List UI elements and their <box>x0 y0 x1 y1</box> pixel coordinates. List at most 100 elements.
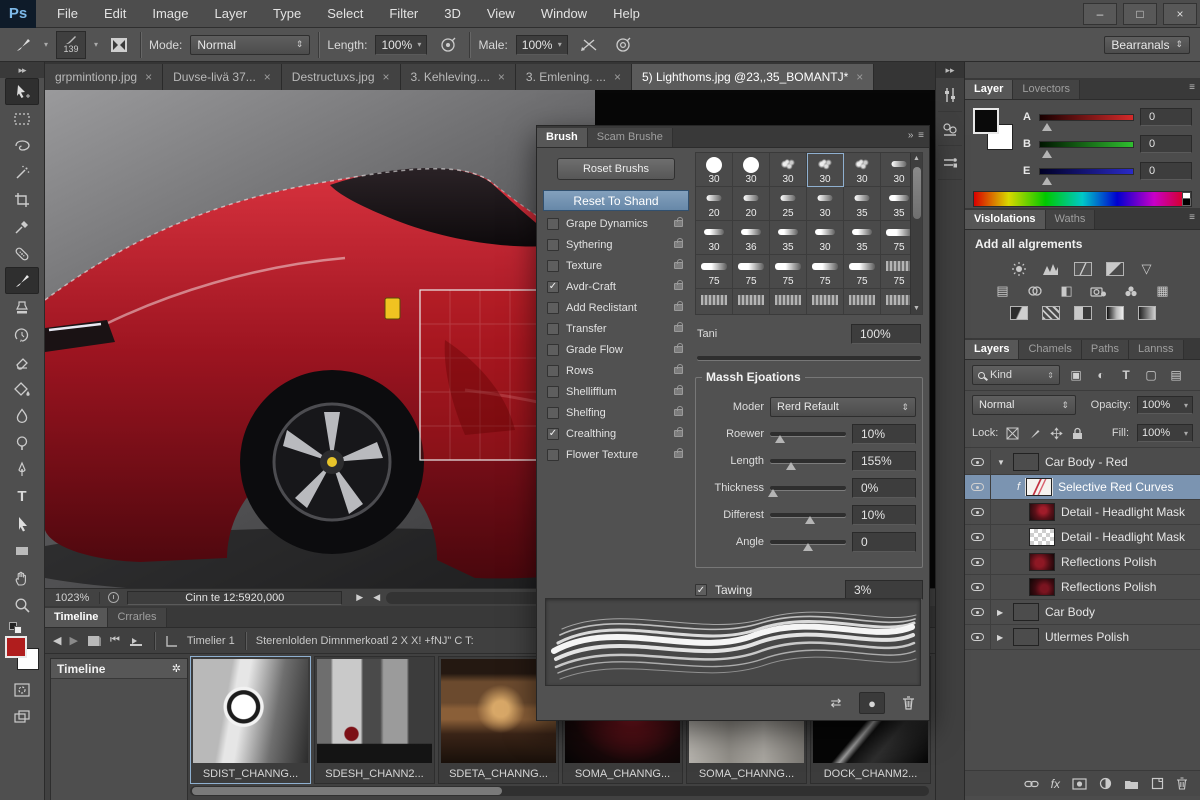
reset-to-shand-item[interactable]: Reset To Shand <box>543 190 689 211</box>
brush-panel[interactable]: Brush Scam Brushe » ≡ Roset Brushs Reset… <box>536 125 930 721</box>
levels-adjustment-icon[interactable] <box>1041 261 1061 277</box>
brush-preset-cell[interactable]: 75 <box>733 255 770 289</box>
lasso-tool[interactable] <box>5 132 39 159</box>
slider-value[interactable]: 0% <box>852 478 916 498</box>
layers-panel-tab[interactable]: Layers <box>965 340 1019 359</box>
lock-transparency-icon[interactable] <box>1006 427 1019 440</box>
layer-visibility-toggle[interactable] <box>965 550 991 574</box>
option-checkbox[interactable] <box>547 365 559 377</box>
waths-tab[interactable]: Waths <box>1046 210 1096 229</box>
blend-mode-select[interactable]: Normal⇕ <box>972 395 1076 415</box>
brush-preset-cell[interactable]: 30 <box>807 221 844 255</box>
layer-visibility-toggle[interactable] <box>965 575 991 599</box>
layer-row[interactable]: Reflections Polish <box>965 575 1200 600</box>
brush-preset-cell[interactable]: 75 <box>770 255 807 289</box>
filter-smart-objects-icon[interactable]: ▤ <box>1167 366 1185 384</box>
menu-item[interactable]: File <box>44 0 91 27</box>
document-tab[interactable]: grpmintionp.jpg× <box>45 64 163 90</box>
brush-preset-cell[interactable]: 25 <box>770 187 807 221</box>
slider-track[interactable] <box>770 459 846 463</box>
option-checkbox[interactable] <box>547 260 559 272</box>
slider-value[interactable]: 155% <box>852 451 916 471</box>
tawing-value[interactable]: 3% <box>845 580 923 600</box>
new-frame-icon[interactable] <box>86 634 102 648</box>
preset-dropdown-arrow[interactable]: ▾ <box>94 40 98 49</box>
healing-brush-tool[interactable] <box>5 240 39 267</box>
brush-tool-icon[interactable] <box>10 33 36 57</box>
lock-icon[interactable] <box>674 409 683 416</box>
rewind-icon[interactable]: ⏮ <box>110 634 120 647</box>
layers-panel-tab[interactable]: Chamels <box>1019 340 1081 359</box>
clone-stamp-tool[interactable] <box>5 294 39 321</box>
color-slider-track[interactable] <box>1039 141 1134 148</box>
airbrush-icon[interactable] <box>435 33 461 57</box>
brush-preset-picker[interactable]: 139 <box>56 31 86 59</box>
layer-row[interactable]: Utlermes Polish <box>965 625 1200 650</box>
male-value[interactable]: 100%▾ <box>516 35 568 55</box>
brush-preset-cell[interactable] <box>844 289 881 315</box>
layers-panel-tab[interactable]: Lannss <box>1129 340 1183 359</box>
vibrance-adjustment-icon[interactable]: ▽ <box>1137 261 1157 277</box>
hand-tool[interactable] <box>5 564 39 591</box>
selective-color-adjustment-icon[interactable] <box>1137 305 1157 321</box>
add-mask-icon[interactable] <box>1072 778 1087 790</box>
color-lookup-adjustment-icon[interactable]: ▦ <box>1153 283 1173 299</box>
gradient-map-adjustment-icon[interactable] <box>1105 305 1125 321</box>
menu-item[interactable]: Layer <box>202 0 261 27</box>
foreground-color-swatch[interactable] <box>5 636 27 658</box>
layer-row[interactable]: Car Body <box>965 600 1200 625</box>
brush-preset-cell[interactable]: 30 <box>733 153 770 187</box>
magic-wand-tool[interactable] <box>5 159 39 186</box>
history-brush-tool[interactable] <box>5 321 39 348</box>
layer-thumbnail[interactable] <box>1026 478 1052 496</box>
color-slider-track[interactable] <box>1039 114 1134 121</box>
invert-adjustment-icon[interactable] <box>1009 305 1029 321</box>
option-checkbox[interactable] <box>547 449 559 461</box>
brush-preset-cell[interactable]: 30 <box>696 221 733 255</box>
brush-preset-cell[interactable]: 30 <box>696 153 733 187</box>
color-swatches[interactable] <box>5 636 39 670</box>
brush-option-row[interactable]: Avdr-Craft <box>543 276 689 297</box>
filmstrip-scrollbar[interactable] <box>190 786 929 796</box>
exposure-adjustment-icon[interactable] <box>1105 261 1125 277</box>
layer-name[interactable]: Detail - Headlight Mask <box>1061 530 1185 544</box>
close-tab-icon[interactable]: × <box>614 70 621 84</box>
layer-thumbnail[interactable] <box>1029 503 1055 521</box>
toolbar-header[interactable]: ▸▸ <box>0 62 44 78</box>
brush-panel-tab[interactable]: Brush <box>537 128 588 147</box>
option-checkbox[interactable] <box>547 239 559 251</box>
lock-icon[interactable] <box>674 430 683 437</box>
slider-track[interactable] <box>770 432 846 436</box>
lock-icon[interactable] <box>674 325 683 332</box>
layer-row[interactable]: Detail - Headlight Mask <box>965 525 1200 550</box>
moder-select[interactable]: Rerd Refault⇕ <box>770 397 916 417</box>
mini-panel-menu-icon[interactable]: ✲ <box>172 662 181 675</box>
document-info[interactable]: Cinn te 12:5920,000 <box>127 591 342 605</box>
timeline-mini-panel[interactable]: Timeline ✲ <box>50 658 188 800</box>
document-tab[interactable]: Destructuxs.jpg× <box>282 64 401 90</box>
properties-panel-icon[interactable] <box>938 146 962 180</box>
slider-value[interactable]: 0 <box>852 532 916 552</box>
close-tab-icon[interactable]: × <box>498 70 505 84</box>
layer-name[interactable]: Utlermes Polish <box>1045 630 1129 644</box>
color-slider-value[interactable]: 0 <box>1140 135 1192 153</box>
panel-toggle-icon[interactable] <box>106 33 132 57</box>
filmstrip-thumbnail[interactable] <box>317 659 432 763</box>
option-checkbox[interactable] <box>547 386 559 398</box>
layer-visibility-toggle[interactable] <box>965 450 991 474</box>
layer-thumbnail[interactable] <box>1029 553 1055 571</box>
layer-thumbnail[interactable] <box>1029 578 1055 596</box>
brush-preset-cell[interactable]: 35 <box>770 221 807 255</box>
new-brush-icon[interactable]: ● <box>859 692 885 714</box>
lock-icon[interactable] <box>674 346 683 353</box>
brightness-adjustment-icon[interactable] <box>1009 261 1029 277</box>
menu-item[interactable]: Help <box>600 0 653 27</box>
layer-name[interactable]: Reflections Polish <box>1061 555 1156 569</box>
lock-icon[interactable] <box>674 367 683 374</box>
flip-preview-icon[interactable]: ⇄ <box>823 692 849 714</box>
layer-thumbnail[interactable] <box>1013 628 1039 646</box>
hue-sat-adjustment-icon[interactable]: ▤ <box>993 283 1013 299</box>
dodge-tool[interactable] <box>5 429 39 456</box>
option-checkbox[interactable] <box>547 281 559 293</box>
menu-item[interactable]: Edit <box>91 0 139 27</box>
